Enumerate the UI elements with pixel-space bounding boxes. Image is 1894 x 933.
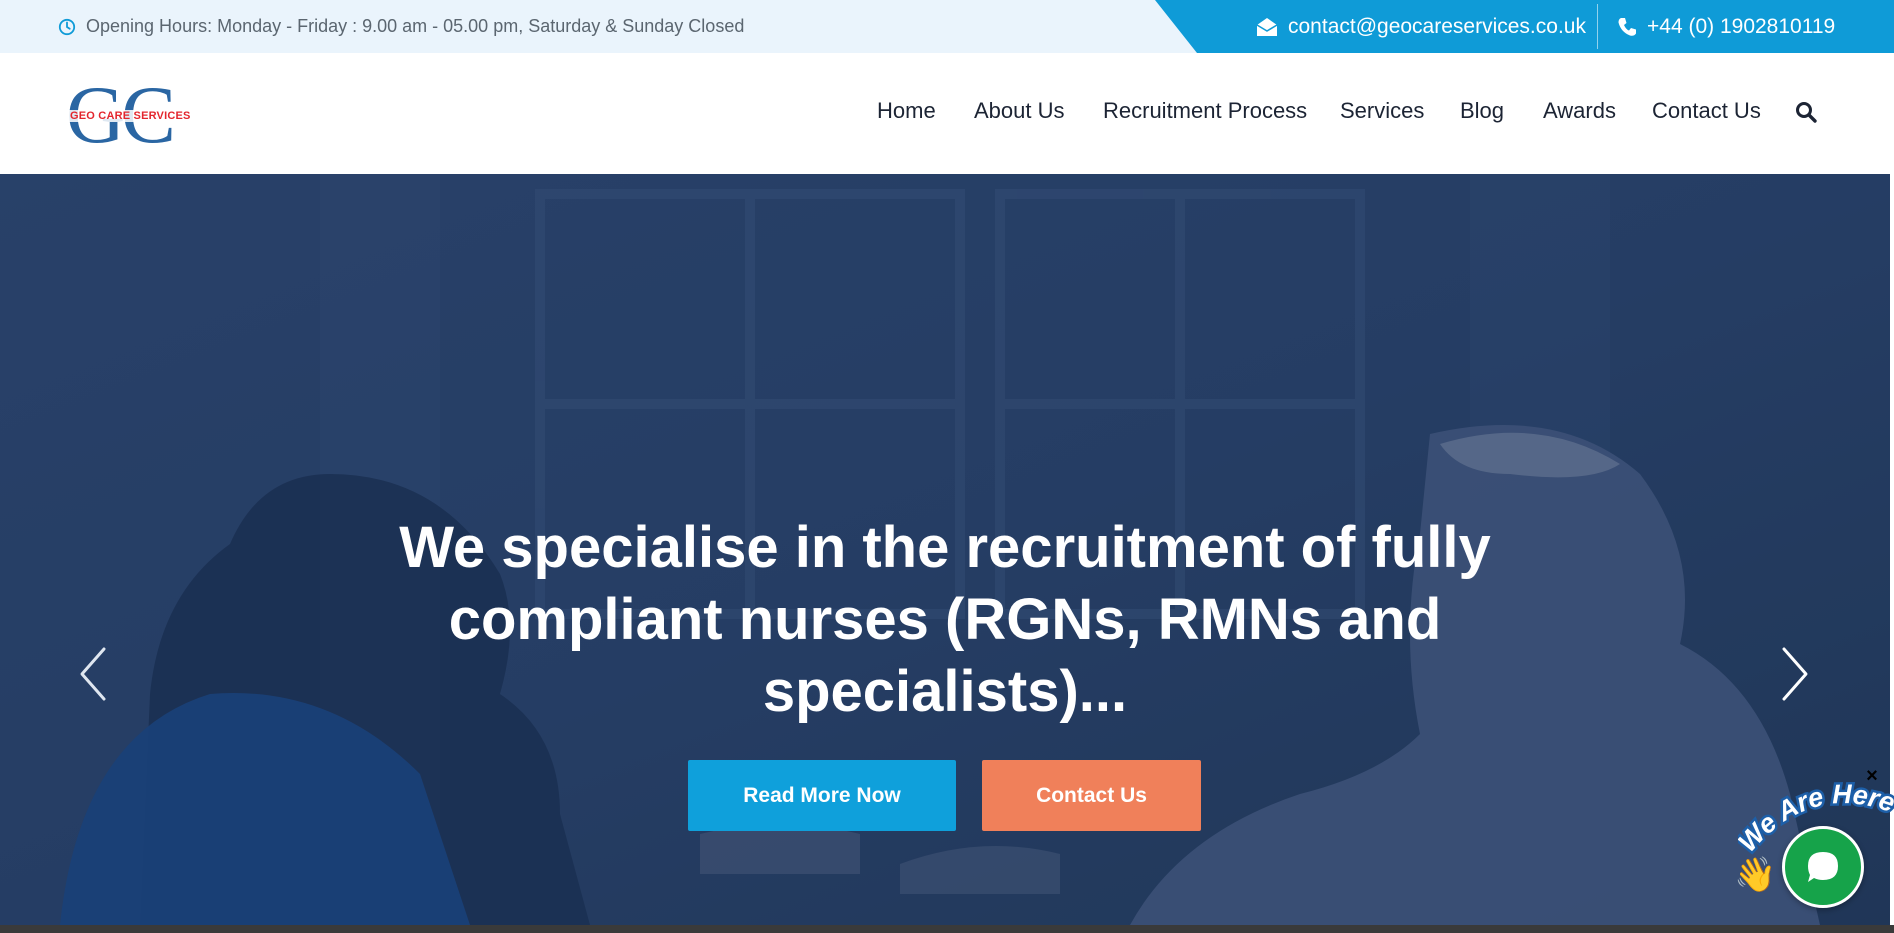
slider-next-arrow-icon[interactable] <box>1774 644 1814 704</box>
chat-open-button[interactable] <box>1782 826 1864 908</box>
nav-blog[interactable]: Blog <box>1460 98 1504 124</box>
phone-link[interactable]: +44 (0) 1902810119 <box>1617 0 1835 53</box>
slider-prev-arrow-icon[interactable] <box>74 644 114 704</box>
nav-home[interactable]: Home <box>877 98 936 124</box>
nav-awards[interactable]: Awards <box>1543 98 1616 124</box>
opening-hours: Opening Hours: Monday - Friday : 9.00 am… <box>58 0 744 53</box>
phone-text[interactable]: +44 (0) 1902810119 <box>1647 15 1835 39</box>
search-icon[interactable] <box>1794 100 1818 124</box>
nav-contact-us[interactable]: Contact Us <box>1652 98 1761 124</box>
waving-hand-icon: 👋 <box>1734 856 1777 894</box>
email-link[interactable]: contact@geocareservices.co.uk <box>1256 0 1586 53</box>
site-header: GC GEO CARE SERVICES Home About Us Recru… <box>0 53 1894 174</box>
contact-us-button[interactable]: Contact Us <box>982 760 1201 831</box>
phone-icon <box>1618 17 1636 36</box>
nav-services[interactable]: Services <box>1340 98 1424 124</box>
top-info-bar: Opening Hours: Monday - Friday : 9.00 am… <box>0 0 1894 53</box>
contact-divider <box>1597 4 1598 49</box>
page: Opening Hours: Monday - Friday : 9.00 am… <box>0 0 1894 933</box>
read-more-button[interactable]: Read More Now <box>688 760 956 831</box>
opening-hours-text: Opening Hours: Monday - Friday : 9.00 am… <box>86 16 745 36</box>
clock-icon <box>58 18 76 35</box>
envelope-icon <box>1256 17 1278 36</box>
chat-bubble-icon <box>1808 852 1838 882</box>
email-text[interactable]: contact@geocareservices.co.uk <box>1288 15 1586 39</box>
nav-about-us[interactable]: About Us <box>974 98 1065 124</box>
window-bottom-edge <box>0 925 1894 933</box>
hero-title: We specialise in the recruitment of full… <box>399 515 1491 724</box>
nav-recruitment-process[interactable]: Recruitment Process <box>1103 98 1307 124</box>
main-nav: Home About Us Recruitment Process Servic… <box>0 53 1894 174</box>
hero-slider: We specialise in the recruitment of full… <box>0 174 1890 925</box>
